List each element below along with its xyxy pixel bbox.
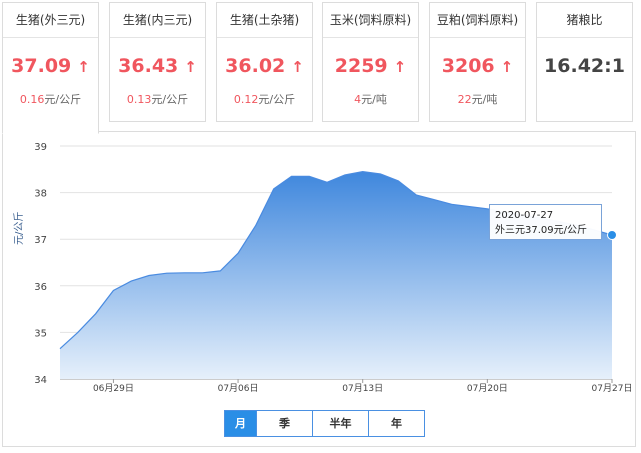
x-tick-label: 07月27日 [592,383,633,394]
price-value: 37.09 [11,55,72,77]
x-tick-label: 06月29日 [93,383,134,394]
y-tick-label: 36 [34,282,47,293]
last-point-marker[interactable] [607,230,617,241]
y-tick-label: 35 [34,328,47,339]
range-button-quarter[interactable]: 季 [257,411,313,436]
x-tick-label: 07月13日 [342,383,383,394]
y-tick-label: 37 [34,235,47,246]
y-axis-label: 元/公斤 [14,211,25,245]
x-tick-label: 07月06日 [218,383,259,394]
series-area [59,170,613,379]
range-button-year[interactable]: 年 [369,411,424,436]
range-button-month[interactable]: 月 [225,411,257,436]
change-unit: 元/公斤 [44,93,82,106]
y-tick-label: 34 [34,375,47,386]
range-selector: 月 季 半年 年 [224,410,425,437]
up-arrow-icon: ↑ [77,58,90,76]
y-axis: 34 35 36 37 38 39 [34,142,47,386]
y-tick-label: 38 [34,189,47,200]
data-point-marker[interactable] [607,230,617,241]
card-pig-waisanyuan[interactable]: 生猪(外三元) 37.09 ↑ 0.16元/公斤 [2,2,99,134]
card-change: 0.16元/公斤 [3,91,98,107]
chart-tooltip: 2020-07-27 外三元37.09元/公斤 [489,204,602,240]
tooltip-date: 2020-07-27 [495,210,554,221]
series-area-fill [60,171,612,379]
x-tick-label: 07月20日 [467,383,508,394]
card-price: 37.09 ↑ [3,55,98,78]
range-button-half-year[interactable]: 半年 [313,411,369,436]
y-tick-label: 39 [34,142,47,153]
change-value: 0.16 [19,93,45,106]
tooltip-text: 外三元37.09元/公斤 [495,225,587,236]
x-axis: 06月29日 07月06日 07月13日 07月20日 07月27日 [93,379,632,394]
card-title: 生猪(外三元) [3,3,98,38]
